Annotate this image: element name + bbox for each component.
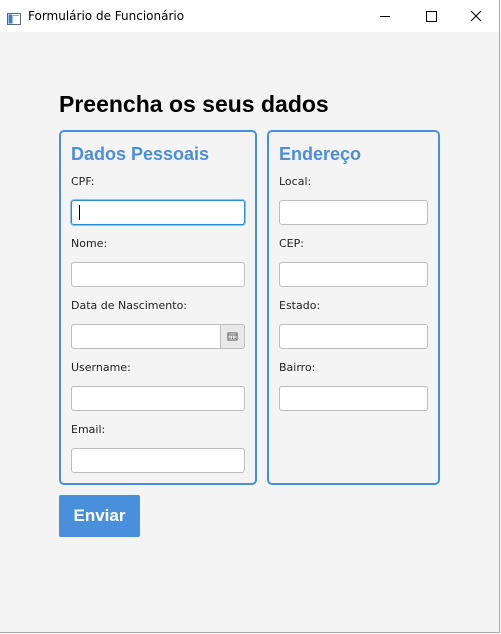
username-input[interactable] [71, 386, 245, 411]
cpf-input[interactable] [71, 200, 245, 225]
application-window: Formulário de Funcionário Preencha os se… [0, 0, 500, 633]
birthdate-label: Data de Nascimento: [71, 299, 188, 312]
maximize-button[interactable] [408, 0, 454, 32]
bairro-input[interactable] [279, 386, 428, 411]
username-label: Username: [71, 361, 131, 374]
address-title: Endereço [279, 144, 362, 164]
birthdate-input[interactable] [71, 324, 221, 349]
address-panel: Endereço Local: CEP: Estado: Bairro: [267, 130, 440, 485]
cep-label: CEP: [279, 237, 304, 250]
title-bar: Formulário de Funcionário [0, 0, 499, 32]
local-label: Local: [279, 175, 312, 188]
birthdate-picker [71, 324, 245, 349]
personal-data-panel: Dados Pessoais CPF: Nome: Data de Nascim… [59, 130, 257, 485]
email-label: Email: [71, 423, 106, 436]
estado-label: Estado: [279, 299, 321, 312]
submit-button[interactable]: Enviar [59, 495, 140, 537]
close-button[interactable] [453, 0, 499, 32]
minimize-icon [380, 16, 390, 17]
close-icon [470, 10, 482, 22]
nome-input[interactable] [71, 262, 245, 287]
local-input[interactable] [279, 200, 428, 225]
minimize-button[interactable] [362, 0, 408, 32]
cep-input[interactable] [279, 262, 428, 287]
form-content: Preencha os seus dados Dados Pessoais CP… [0, 32, 499, 632]
email-input[interactable] [71, 448, 245, 473]
estado-input[interactable] [279, 324, 428, 349]
calendar-button[interactable] [220, 324, 245, 349]
window-title: Formulário de Funcionário [28, 9, 185, 23]
form-heading: Preencha os seus dados [59, 91, 329, 117]
calendar-icon [227, 332, 238, 341]
maximize-icon [426, 11, 437, 22]
cpf-label: CPF: [71, 175, 95, 188]
personal-data-title: Dados Pessoais [71, 144, 210, 164]
text-caret [79, 205, 80, 220]
bairro-label: Bairro: [279, 361, 316, 374]
nome-label: Nome: [71, 237, 108, 250]
app-icon [7, 10, 21, 25]
